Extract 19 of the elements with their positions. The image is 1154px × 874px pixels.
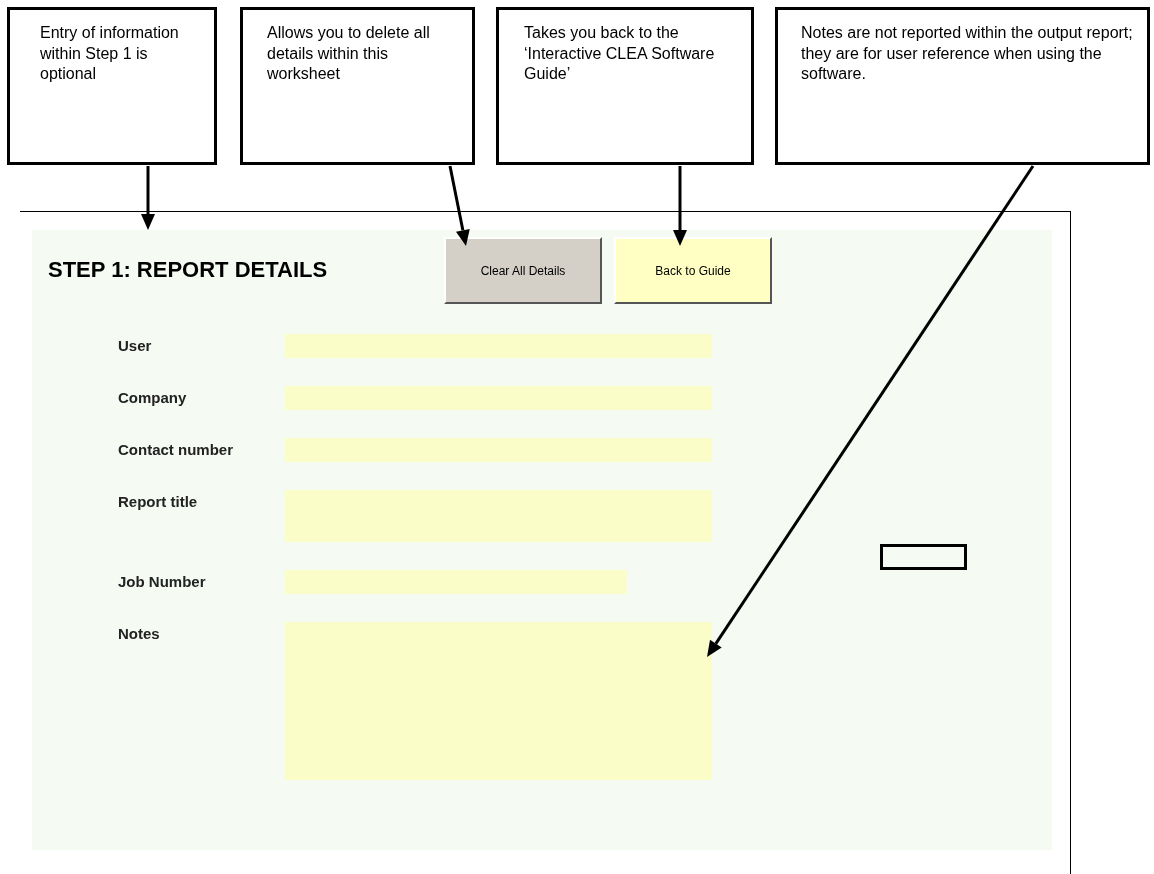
input-field[interactable] — [285, 386, 712, 410]
field-label: Company — [118, 388, 188, 406]
callout: Takes you back to the ‘Interactive CLEA Software Guide’ — [496, 7, 754, 165]
callout: Entry of information within Step 1 is optional — [7, 7, 217, 165]
sheet-heading: STEP 1: REPORT DETAILS — [48, 257, 329, 283]
field-label: Contact number — [118, 440, 234, 458]
callout: Notes are not reported within the output report; they are for user reference when using the software. — [775, 7, 1150, 165]
field-label: Report title — [118, 492, 199, 510]
input-field[interactable] — [285, 490, 712, 542]
callout: Allows you to delete all details within this worksheet — [240, 7, 475, 165]
field-label: User — [118, 336, 153, 354]
sheet-button[interactable]: Clear All Details — [444, 237, 602, 304]
input-field[interactable] — [285, 622, 712, 780]
input-field[interactable] — [285, 438, 712, 462]
field-label: Notes — [118, 624, 161, 642]
input-field[interactable] — [285, 570, 627, 594]
sheet-button[interactable]: Back to Guide — [614, 237, 772, 304]
field-label: Job Number — [118, 572, 207, 590]
input-field[interactable] — [285, 334, 712, 358]
